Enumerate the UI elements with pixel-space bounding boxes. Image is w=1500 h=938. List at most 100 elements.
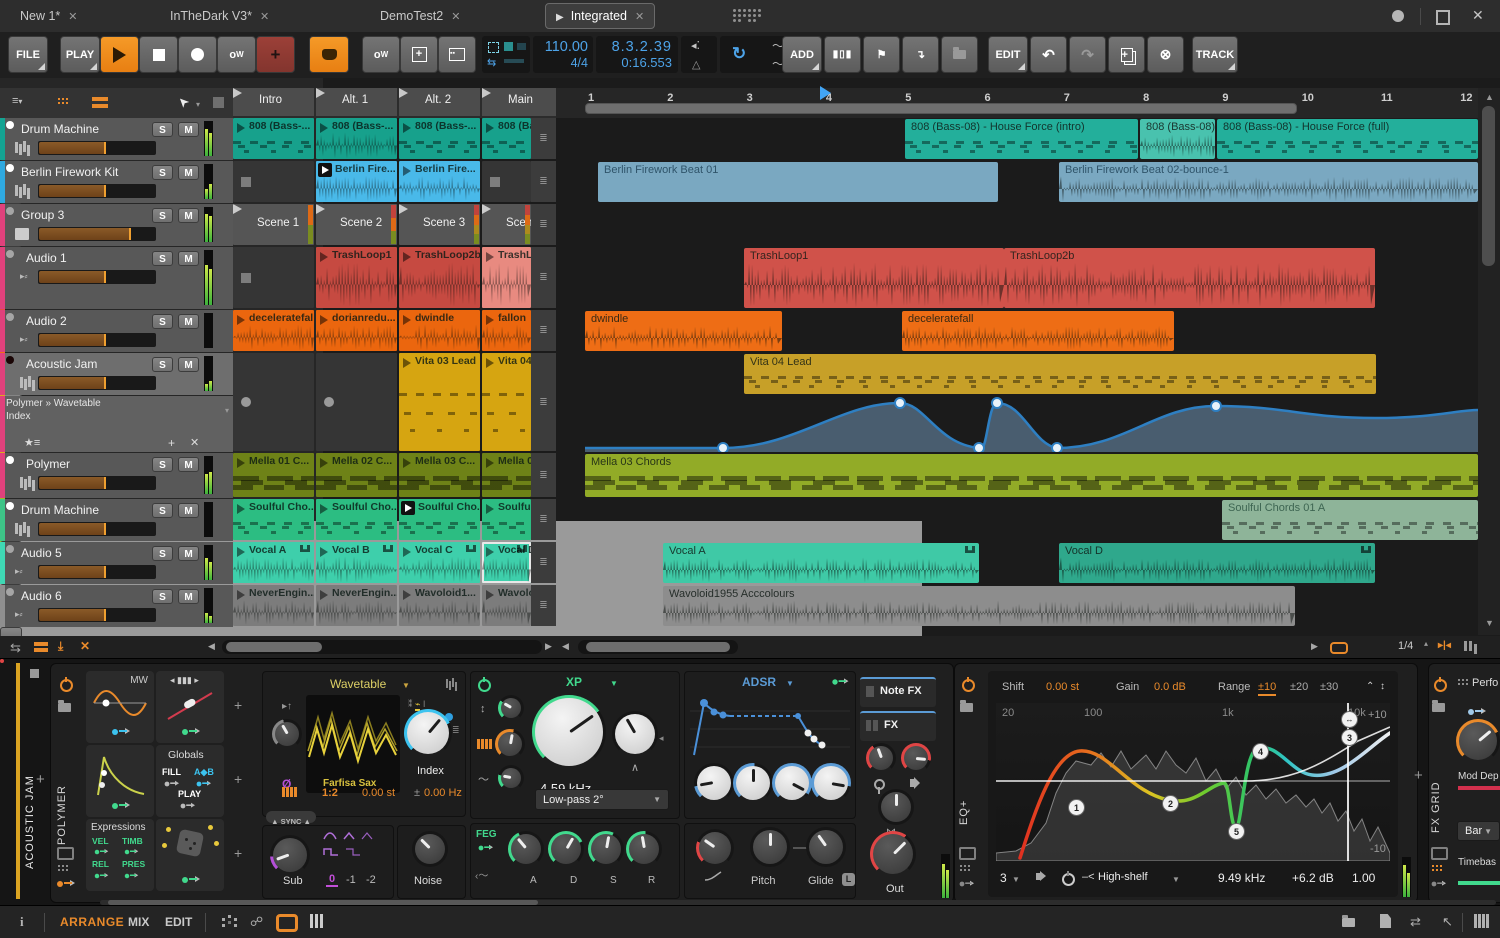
empty-clip-slot[interactable] xyxy=(316,353,397,451)
track-name[interactable]: Drum Machine xyxy=(21,122,99,136)
loop-icon[interactable]: ↻ xyxy=(732,44,746,64)
band-type-value[interactable]: High-shelf xyxy=(1098,871,1148,883)
arranger-hscroll[interactable] xyxy=(578,640,738,654)
metronome-icon[interactable]: △ xyxy=(692,58,700,71)
clip-play-icon[interactable] xyxy=(237,504,245,514)
add-clip-button[interactable]: + xyxy=(400,36,438,73)
eq-band-1-handle[interactable]: 1 xyxy=(1068,799,1085,816)
arranger-clip[interactable]: deceleratefall xyxy=(902,311,1174,351)
track-row[interactable]: Audio 6SM▸⸗≡ xyxy=(0,585,233,657)
clip[interactable]: Mella 04 xyxy=(482,453,531,497)
filter-env-amount-knob[interactable] xyxy=(498,695,524,721)
edit-menu-button[interactable]: EDIT xyxy=(988,36,1028,73)
clip[interactable]: Vita 04 Lead xyxy=(482,353,531,451)
scene-header[interactable]: Main xyxy=(482,88,563,116)
position-display[interactable]: 8.3.2.39 0:16.553 xyxy=(596,36,678,73)
zoom-dropdown-icon[interactable]: ▴ xyxy=(1424,639,1428,648)
env-mod-icon[interactable] xyxy=(832,678,849,685)
arranger-scroll-left-icon[interactable]: ◀ xyxy=(562,641,569,652)
row-menu-cell[interactable]: ≣ xyxy=(531,453,556,497)
empty-clip-slot[interactable] xyxy=(233,353,314,451)
arranger-clip[interactable]: TrashLoop2b xyxy=(1004,248,1375,308)
vel-mod-icon[interactable] xyxy=(94,849,109,855)
add-modulator-button[interactable]: + xyxy=(234,771,242,787)
eq-updown-icon[interactable]: ↕ xyxy=(1380,681,1385,692)
pointer-tool-icon[interactable]: ➤ xyxy=(174,92,193,111)
param-dropdown-icon[interactable]: ▾ xyxy=(225,406,229,415)
clip-play-icon[interactable] xyxy=(403,458,411,468)
track-name[interactable]: Berlin Firework Kit xyxy=(21,165,118,179)
clip-play-icon[interactable] xyxy=(320,547,328,557)
arranger-clip[interactable]: Vocal A xyxy=(663,543,979,583)
eq-power-icon[interactable] xyxy=(962,677,975,692)
eq-name-label[interactable]: EQ+ xyxy=(958,755,970,825)
track-row[interactable]: Audio 5SM▸⸗≡ xyxy=(0,542,233,614)
clip[interactable]: Soulful xyxy=(482,499,531,540)
row-menu-cell[interactable]: ≣ xyxy=(531,542,556,583)
clip-play-icon[interactable] xyxy=(403,547,411,557)
scene-header[interactable]: Alt. 1 xyxy=(316,88,397,116)
remote-controls-icon[interactable] xyxy=(57,847,74,860)
gain-value[interactable]: 0.0 dB xyxy=(1154,681,1186,693)
clip-play-icon[interactable] xyxy=(486,458,494,468)
clip[interactable]: 808 (Bass-... xyxy=(233,118,314,159)
row-menu-cell[interactable]: ≣ xyxy=(531,585,556,626)
volume-fader[interactable] xyxy=(38,333,156,347)
mute-button[interactable]: M xyxy=(178,314,199,329)
scene-play-icon[interactable] xyxy=(233,204,314,214)
volume-fader[interactable] xyxy=(38,476,156,490)
arranger-clip[interactable]: Berlin Firework Beat 01 xyxy=(598,162,998,202)
eq-band-dropdown-icon[interactable]: ▼ xyxy=(1012,875,1020,884)
row-menu-cell[interactable]: ≣ xyxy=(531,161,556,202)
track-stop-icon[interactable] xyxy=(30,669,39,678)
sub-octave-0[interactable]: 0 xyxy=(326,873,339,887)
track-list-mode-icon[interactable] xyxy=(34,642,48,646)
track-row[interactable]: Audio 2SM▸⸗≡ xyxy=(0,310,233,424)
arranger-clip[interactable]: 808 (Bass-08) - House Force (full) xyxy=(1217,119,1478,159)
feg-release-knob[interactable] xyxy=(626,831,662,867)
vertical-scrollbar[interactable]: ▲ ▼ xyxy=(1478,88,1500,635)
solo-button[interactable]: S xyxy=(152,357,173,372)
device-power-icon[interactable] xyxy=(60,677,73,692)
track-name[interactable]: Polymer xyxy=(26,457,70,471)
env-sustain-knob[interactable] xyxy=(772,763,812,803)
clip-launcher-record-button[interactable] xyxy=(309,36,349,73)
tab-inthedark[interactable]: InTheDark V3* ✕ xyxy=(170,4,269,28)
width-knob[interactable] xyxy=(878,789,914,825)
feg-sustain-knob[interactable] xyxy=(588,831,624,867)
fill-mod-icon[interactable] xyxy=(164,780,179,787)
clip[interactable]: Mella 03 C... xyxy=(399,453,480,497)
eq-graph[interactable]: 20 100 1k 10k +10 -10 1 2 4 5 3 ↔ xyxy=(995,703,1392,862)
clip[interactable]: dorianredu... xyxy=(316,310,397,351)
empty-clip-slot[interactable] xyxy=(482,161,531,202)
tempo-value[interactable]: 110.00 xyxy=(545,39,588,55)
automation-lane-header[interactable]: Polymer » WavetableIndex▾⍑★≡+✕ xyxy=(0,396,233,570)
clip[interactable]: Wavoloid xyxy=(482,585,531,626)
clip-play-icon[interactable] xyxy=(486,252,494,262)
clip-play-icon[interactable] xyxy=(403,123,411,133)
instrument-icon-button[interactable]: ▮▯▮ xyxy=(824,36,861,73)
add-device-button[interactable]: + xyxy=(36,771,45,788)
arranger-play-icon[interactable]: ▶ xyxy=(1311,641,1318,652)
mute-button[interactable]: M xyxy=(178,503,199,518)
filter-env-icon[interactable]: ↕ xyxy=(480,703,486,715)
tool-dropdown-icon[interactable]: ▾ xyxy=(196,100,200,109)
fxgrid-power-icon[interactable] xyxy=(1434,677,1447,692)
fxgrid-grid-icon[interactable] xyxy=(1432,865,1434,867)
keytrack-modulator-tile[interactable]: ◂ ▮▮▮ ▸ xyxy=(156,671,224,743)
clip-play-icon[interactable] xyxy=(403,166,411,176)
volume-fader[interactable] xyxy=(38,565,156,579)
close-tab-icon[interactable]: ✕ xyxy=(68,11,77,23)
spectrum-icon[interactable] xyxy=(446,679,448,688)
feg-attack-knob[interactable] xyxy=(508,831,544,867)
snap-icon[interactable]: ▸|◂ xyxy=(1438,640,1451,651)
stop-clip-button[interactable] xyxy=(324,397,334,407)
ab-mod-icon[interactable] xyxy=(196,780,211,787)
device-name-label[interactable]: POLYMER xyxy=(56,735,68,845)
fxgrid-mod-icon[interactable] xyxy=(1431,880,1447,887)
timebase-select[interactable]: Bar ▼ xyxy=(1457,821,1500,841)
record-button[interactable] xyxy=(178,36,217,73)
mod-route-icon[interactable] xyxy=(182,728,200,735)
sub-octave-1[interactable]: -1 xyxy=(346,874,356,886)
pres-mod-icon[interactable] xyxy=(124,873,139,879)
